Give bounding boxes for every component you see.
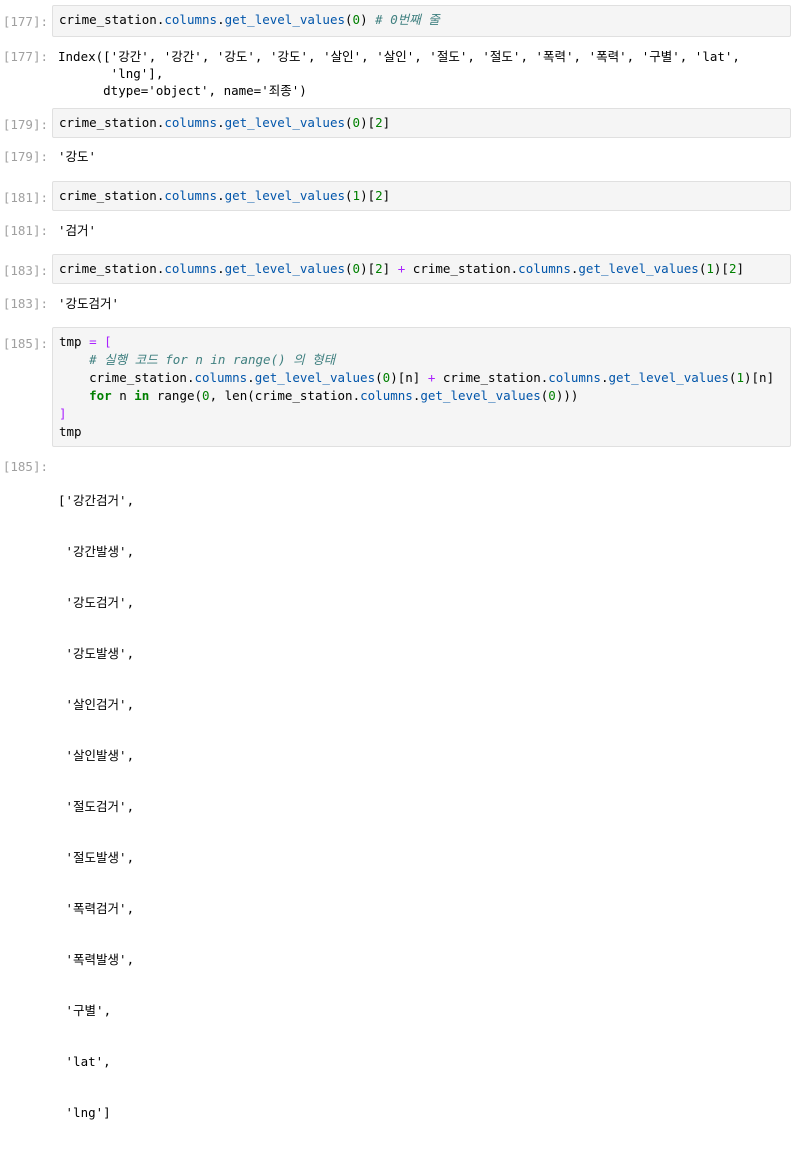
input-prompt: [181]: <box>2 190 48 205</box>
output-line: 'lng'] <box>58 1105 111 1120</box>
code-input[interactable]: crime_station.columns.get_level_values(0… <box>52 108 791 138</box>
output-line: '살인검거', <box>58 697 135 712</box>
code-line: tmp <box>59 424 82 439</box>
output-line: '강도검거', <box>58 595 135 610</box>
output-text: '검거' <box>58 223 97 238</box>
code-line: for n in range(0, len(crime_station.colu… <box>89 388 579 403</box>
output-line: 'lng'], <box>58 66 164 81</box>
code-line: ] <box>59 406 67 421</box>
output-text: '강도검거' <box>58 296 120 311</box>
code-input[interactable]: crime_station.columns.get_level_values(0… <box>52 5 791 37</box>
output-line: '구별', <box>58 1003 112 1018</box>
output-line: ['강간검거', <box>58 493 135 508</box>
output-line: '폭력발생', <box>58 952 135 967</box>
output-prompt: [183]: <box>2 296 48 311</box>
output-text: '강도' <box>58 149 97 164</box>
output-line: '절도검거', <box>58 799 135 814</box>
code-line: crime_station.columns.get_level_values(0… <box>59 12 440 27</box>
output-text: Index(['강간', '강간', '강도', '강도', '살인', '살인… <box>58 48 791 99</box>
output-line: '강간발생', <box>58 544 135 559</box>
code-line: crime_station.columns.get_level_values(0… <box>89 370 775 385</box>
output-line: Index(['강간', '강간', '강도', '강도', '살인', '살인… <box>58 49 740 64</box>
code-line: crime_station.columns.get_level_values(0… <box>59 115 391 130</box>
code-line: tmp = [ <box>59 334 112 349</box>
code-line: crime_station.columns.get_level_values(1… <box>59 188 391 203</box>
output-line: dtype='object', name='죄종') <box>58 83 307 98</box>
input-prompt: [185]: <box>2 336 48 351</box>
output-line: '절도발생', <box>58 850 135 865</box>
output-text: ['강간검거', '강간발생', '강도검거', '강도발생', '살인검거',… <box>58 458 791 1155</box>
output-prompt: [185]: <box>2 459 48 474</box>
output-prompt: [179]: <box>2 149 48 164</box>
code-line: crime_station.columns.get_level_values(0… <box>59 261 744 276</box>
code-input[interactable]: crime_station.columns.get_level_values(1… <box>52 181 791 211</box>
notebook: [177]: crime_station.columns.get_level_v… <box>0 0 791 1120</box>
code-input[interactable]: crime_station.columns.get_level_values(0… <box>52 254 791 284</box>
output-line: '살인발생', <box>58 748 135 763</box>
output-line: '강도발생', <box>58 646 135 661</box>
input-prompt: [183]: <box>2 263 48 278</box>
input-prompt: [179]: <box>2 117 48 132</box>
output-prompt: [177]: <box>2 49 48 64</box>
output-prompt: [181]: <box>2 223 48 238</box>
output-line: '폭력검거', <box>58 901 135 916</box>
code-line: # 실행 코드 for n in range() 의 형태 <box>89 352 336 367</box>
input-prompt: [177]: <box>2 14 48 29</box>
output-cell-177: [177]: Index(['강간', '강간', '강도', '강도', '살… <box>0 48 791 104</box>
output-line: 'lat', <box>58 1054 111 1069</box>
code-input[interactable]: tmp = [ # 실행 코드 for n in range() 의 형태 cr… <box>52 327 791 447</box>
